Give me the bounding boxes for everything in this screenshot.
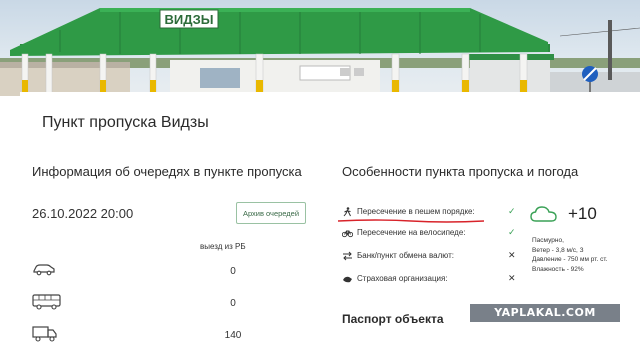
queue-date: 26.10.2022 20:00 bbox=[32, 206, 134, 221]
feature-row-pedestrian: Пересечение в пешем порядке: ✓ bbox=[337, 206, 532, 223]
red-underline-annotation bbox=[337, 219, 485, 223]
cross-icon: ✕ bbox=[508, 250, 516, 260]
queue-count-buses: 0 bbox=[230, 298, 236, 309]
feature-label: Страховая организация: bbox=[357, 274, 448, 283]
weather-pressure: Давление - 750 мм рт. ст. bbox=[532, 256, 608, 263]
check-icon: ✓ bbox=[508, 206, 516, 216]
queue-count-trucks: 140 bbox=[224, 330, 242, 341]
features-section-title: Особенности пункта пропуска и погода bbox=[342, 164, 579, 179]
car-icon bbox=[33, 264, 55, 276]
feature-label: Банк/пункт обмена валют: bbox=[357, 251, 454, 260]
features-section: Особенности пункта пропуска и погода Пер… bbox=[337, 164, 640, 326]
weather-wind: Ветер - 3,8 м/с, З bbox=[532, 246, 584, 254]
queue-count-cars: 0 bbox=[230, 266, 236, 277]
cloud-icon bbox=[530, 206, 557, 222]
passport-title: Паспорт объекта bbox=[342, 312, 444, 326]
feature-row-exchange: Банк/пункт обмена валют: ✕ bbox=[342, 250, 532, 264]
cross-icon: ✕ bbox=[508, 273, 516, 283]
feature-row-insurance: Страховая организация: ✕ bbox=[342, 273, 532, 287]
feature-label: Пересечение в пешем порядке: bbox=[357, 207, 475, 216]
page-title: Пункт пропуска Видзы bbox=[42, 114, 209, 131]
feature-label: Пересечение на велосипеде: bbox=[357, 228, 466, 237]
bus-icon bbox=[32, 294, 61, 310]
weather-details: Пасмурно, Ветер - 3,8 м/с, З Давление - … bbox=[532, 236, 607, 274]
queue-archive-button[interactable]: Архив очередей bbox=[236, 202, 306, 224]
queue-row-trucks: 140 bbox=[32, 326, 322, 343]
watermark: YAPLAKAL.COM bbox=[470, 304, 620, 322]
header-photo: ВИДЗЫ bbox=[0, 0, 640, 96]
weather-humidity: Влажность - 92% bbox=[532, 265, 584, 273]
bicycle-icon bbox=[342, 230, 353, 238]
queue-row-cars: 0 bbox=[32, 262, 322, 282]
feature-row-bicycle: Пересечение на велосипеде: ✓ bbox=[342, 227, 532, 241]
pedestrian-icon bbox=[343, 207, 351, 217]
truck-icon bbox=[32, 326, 57, 342]
queue-section: Информация об очередях в пункте пропуска… bbox=[32, 164, 322, 342]
weather-condition: Пасмурно, bbox=[532, 237, 564, 244]
check-icon: ✓ bbox=[508, 227, 516, 237]
exchange-icon bbox=[343, 251, 352, 261]
weather-temperature: +10 bbox=[568, 204, 597, 223]
insurance-icon bbox=[343, 276, 352, 283]
queue-section-title: Информация об очередях в пункте пропуска bbox=[32, 164, 302, 179]
checkpoint-photo: ВИДЗЫ bbox=[0, 8, 640, 96]
checkpoint-sign: ВИДЗЫ bbox=[164, 12, 213, 27]
queue-row-buses: 0 bbox=[32, 294, 322, 314]
direction-label: выезд из РБ bbox=[200, 242, 246, 251]
